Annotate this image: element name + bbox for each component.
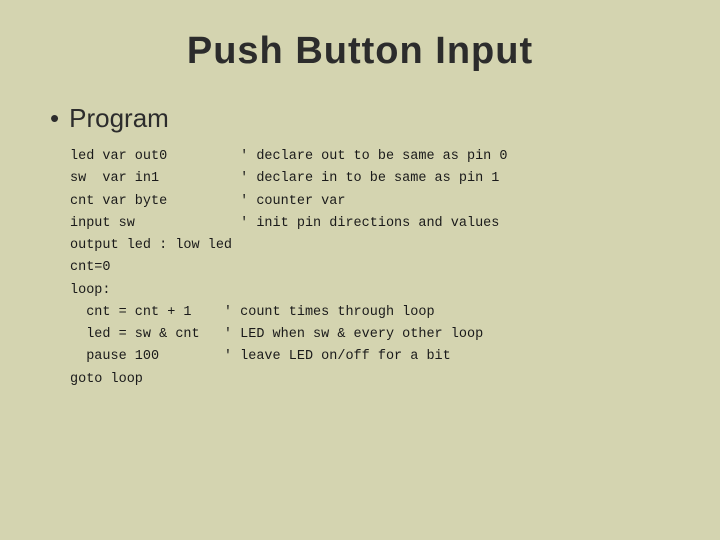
bullet-section: • Program led var out0 ' declare out to … (50, 103, 670, 391)
slide: Push Button Input • Program led var out0… (0, 0, 720, 540)
bullet-label: Program (69, 103, 169, 134)
bullet-dot: • (50, 103, 59, 134)
code-block: led var out0 ' declare out to be same as… (70, 146, 670, 391)
slide-title: Push Button Input (50, 30, 670, 73)
bullet-header: • Program (50, 103, 670, 134)
